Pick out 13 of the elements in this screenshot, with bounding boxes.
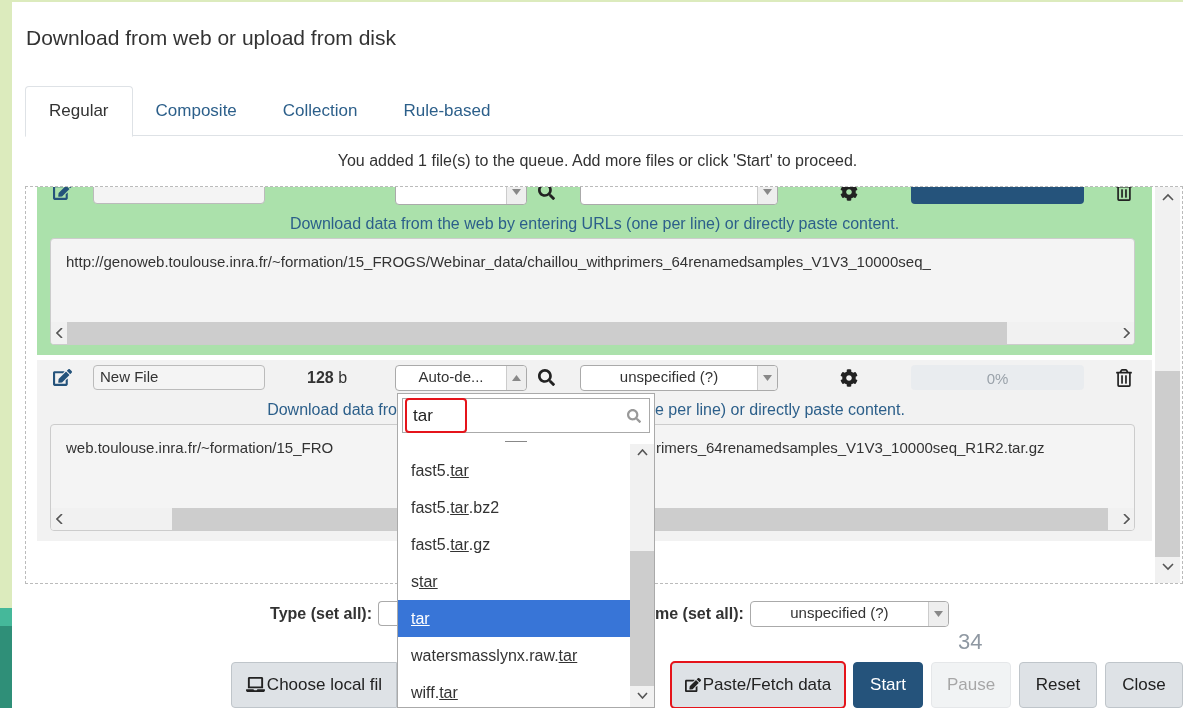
type-set-all-label: Type (set all): xyxy=(270,603,372,624)
progress-label: 0% xyxy=(985,369,1010,389)
dialog-title: Download from web or upload from disk xyxy=(26,25,397,51)
slide-number: 34 xyxy=(958,629,983,655)
url-text: web.toulouse.inra.fr/~formation/15_FRO xyxy=(66,437,335,458)
url-text: rimers_64renamedsamples_V1V3_10000seq_R1R2.tar.gz xyxy=(656,437,1045,458)
genome-set-all-label: me (set all): xyxy=(655,603,744,624)
hint-text: Download data fro xyxy=(266,399,397,420)
file-size: 128 b xyxy=(307,368,348,386)
queue-message: You added 1 file(s) to the queue. Add more files or click 'Start' to proceed. xyxy=(337,150,858,171)
hint-text: e per line) or directly paste content. xyxy=(655,399,905,420)
url-text: http://genoweb.toulouse.inra.fr/~formation/15_FROGS/Webinar_data/chaillou_withprimers_64renamedsamples_V1V3_10000seq_ xyxy=(66,251,931,272)
hint-text: Download data from the web by entering URLs (one per line) or directly paste content. xyxy=(289,213,900,234)
